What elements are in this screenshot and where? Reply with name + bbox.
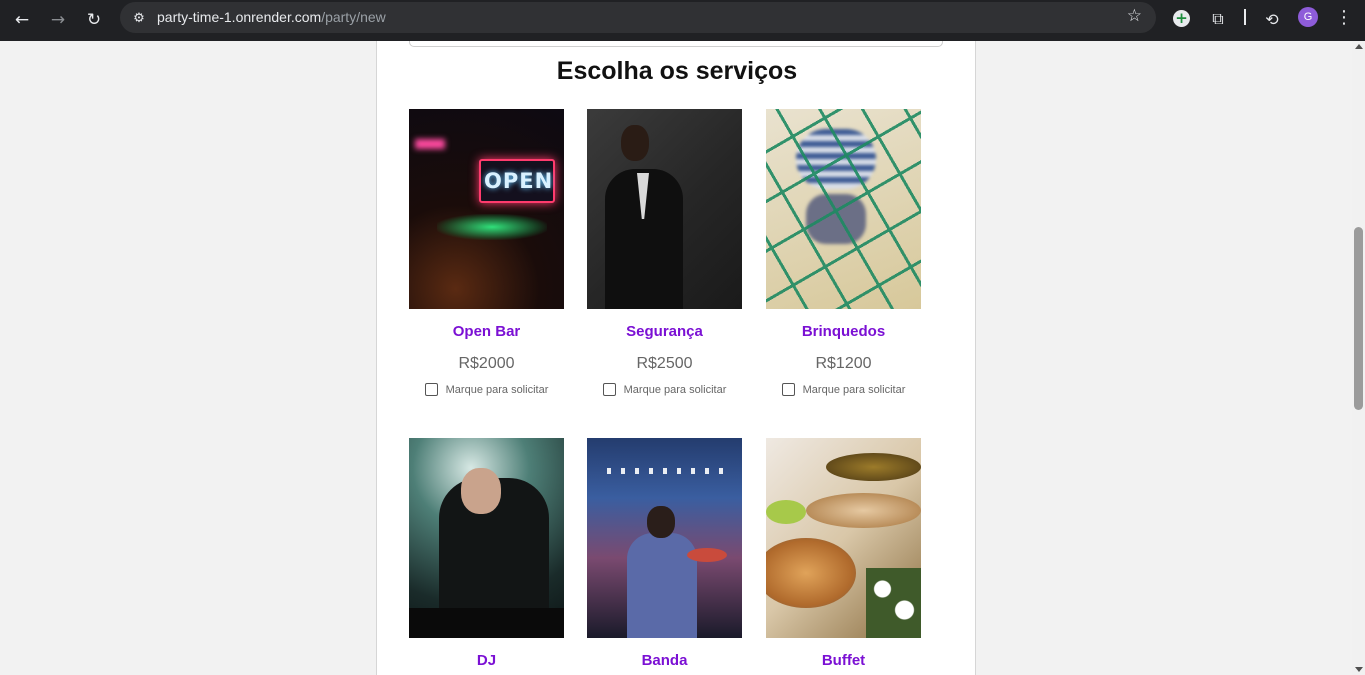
service-checkbox[interactable] — [781, 383, 795, 396]
service-card-banda: Banda — [587, 438, 742, 672]
back-button[interactable]: ← — [9, 7, 35, 33]
party-form-card: Escolha os serviços OPEN Open Bar R$2000… — [376, 41, 976, 675]
reload-button[interactable]: ↻ — [81, 7, 107, 33]
service-name: Segurança — [626, 323, 703, 340]
banda-photo — [587, 438, 742, 638]
page-scrollbar[interactable] — [1352, 41, 1365, 675]
service-name: DJ — [476, 652, 497, 669]
service-check-row[interactable]: Marque para solicitar — [766, 383, 921, 396]
service-name: Buffet — [821, 652, 866, 669]
open-bar-photo: OPEN — [409, 109, 564, 309]
service-name: Open Bar — [452, 323, 521, 340]
scroll-up-arrow-icon[interactable] — [1355, 44, 1363, 49]
service-price: R$2500 — [636, 355, 693, 372]
service-price: R$2000 — [458, 355, 515, 372]
performance-icon[interactable]: ⟲ — [1261, 8, 1283, 30]
open-sign-text: OPEN — [484, 169, 554, 193]
toolbar-divider — [1244, 9, 1246, 25]
service-check-row[interactable]: Marque para solicitar — [587, 383, 742, 396]
buffet-photo — [766, 438, 921, 638]
checkbox-label[interactable]: Marque para solicitar — [803, 384, 906, 396]
service-checkbox[interactable] — [424, 383, 438, 396]
service-check-row[interactable]: Marque para solicitar — [409, 383, 564, 396]
checkbox-label[interactable]: Marque para solicitar — [624, 384, 727, 396]
bookmark-star-icon[interactable]: ☆ — [1127, 6, 1142, 26]
dj-photo — [409, 438, 564, 638]
forward-button[interactable]: → — [45, 7, 71, 33]
url-domain: party-time-1.onrender.com — [157, 9, 322, 25]
service-checkbox[interactable] — [602, 383, 616, 396]
scroll-down-arrow-icon[interactable] — [1355, 667, 1363, 672]
browser-toolbar: ← → ↻ ⚙ party-time-1.onrender.com/party/… — [0, 0, 1365, 41]
checkbox-label[interactable]: Marque para solicitar — [446, 384, 549, 396]
forward-arrow-icon: → — [50, 10, 66, 30]
service-card-dj: DJ — [409, 438, 564, 672]
browser-menu-icon[interactable]: ⋮ — [1334, 7, 1354, 28]
services-section-title: Escolha os serviços — [556, 57, 798, 85]
service-card-buffet: Buffet — [766, 438, 921, 672]
profile-avatar[interactable]: G — [1298, 7, 1318, 27]
service-name: Brinquedos — [801, 323, 886, 340]
open-neon-sign: OPEN — [479, 159, 555, 203]
service-card-brinquedos: Brinquedos R$1200 Marque para solicitar — [766, 109, 921, 396]
url-path: /party/new — [321, 9, 386, 25]
brinquedos-photo — [766, 109, 921, 309]
scrollbar-thumb[interactable] — [1354, 227, 1363, 410]
service-name: Banda — [641, 652, 688, 669]
address-bar[interactable]: ⚙ party-time-1.onrender.com/party/new ☆ — [120, 2, 1156, 33]
service-price: R$1200 — [815, 355, 872, 372]
previous-form-field[interactable] — [409, 41, 943, 47]
service-card-seguranca: Segurança R$2500 Marque para solicitar — [587, 109, 742, 396]
service-card-open-bar: OPEN Open Bar R$2000 Marque para solicit… — [409, 109, 564, 396]
url-text[interactable]: party-time-1.onrender.com/party/new — [157, 9, 386, 25]
seguranca-photo — [587, 109, 742, 309]
page-viewport: Escolha os serviços OPEN Open Bar R$2000… — [0, 41, 1352, 675]
extension-add-icon[interactable]: + — [1173, 10, 1190, 27]
site-info-icon[interactable]: ⚙ — [128, 7, 150, 29]
back-arrow-icon: ← — [14, 10, 30, 30]
reload-icon: ↻ — [86, 10, 102, 30]
extensions-puzzle-icon[interactable]: ⧉ — [1207, 8, 1229, 30]
